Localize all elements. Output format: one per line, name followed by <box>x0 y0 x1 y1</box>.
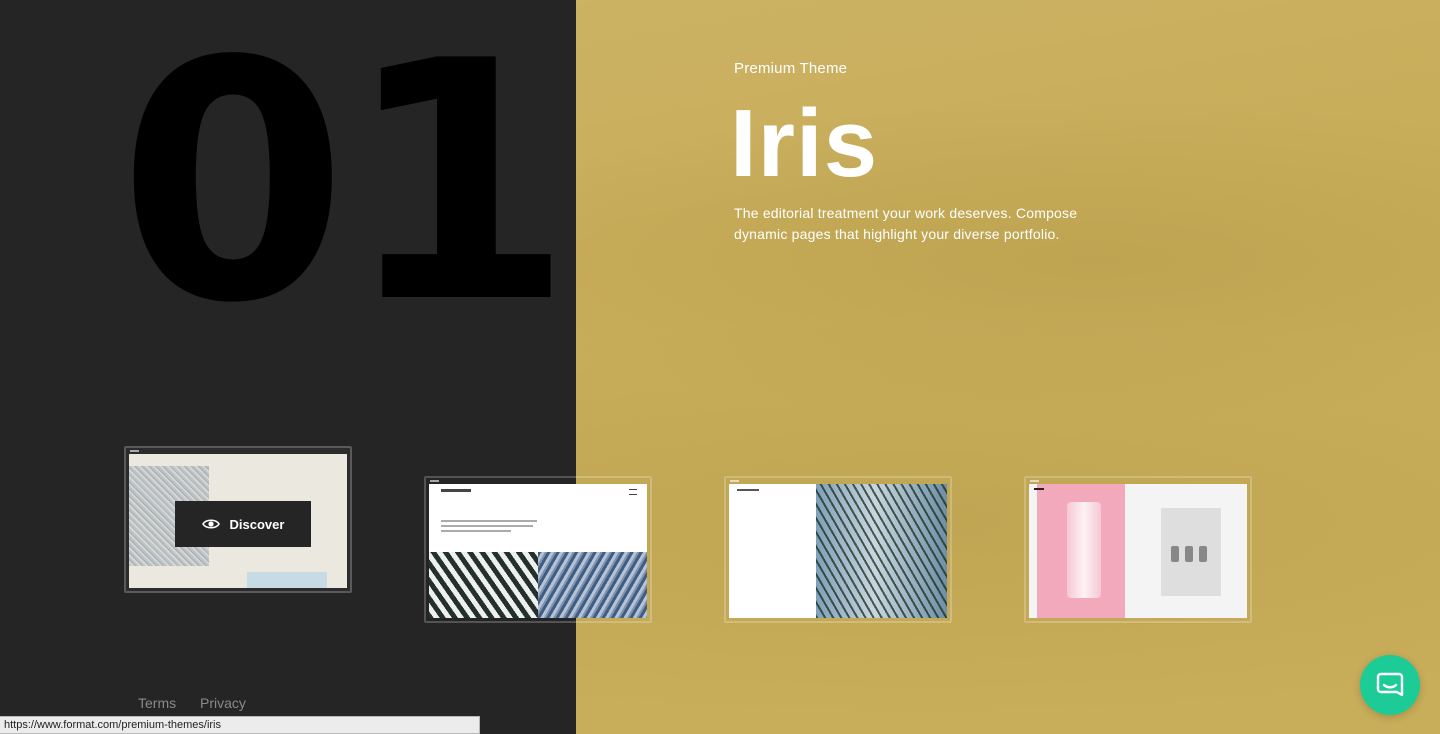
thumbnail-text-line <box>441 530 511 532</box>
thumbnail-screen <box>729 484 947 618</box>
eye-icon <box>201 519 220 529</box>
thumbnail-photo <box>538 552 647 618</box>
thumbnail-glass <box>1067 502 1101 598</box>
thumbnail-site-title <box>441 489 471 492</box>
thumbnail-photo <box>1161 508 1221 596</box>
theme-thumbnail-2[interactable] <box>424 476 652 623</box>
theme-thumbnail-1[interactable]: Discover <box>124 446 352 593</box>
thumbnail-object <box>1199 546 1207 562</box>
privacy-link[interactable]: Privacy <box>200 695 246 711</box>
theme-thumbnail-3[interactable] <box>724 476 952 623</box>
status-bar-url: https://www.format.com/premium-themes/ir… <box>0 716 480 734</box>
thumbnail-strip <box>247 572 327 588</box>
chat-icon <box>1376 672 1404 697</box>
thumbnail-dots <box>430 480 439 482</box>
theme-title: Iris <box>730 90 879 197</box>
thumbnail-site-title <box>1034 488 1044 490</box>
thumbnail-text-line <box>441 525 533 527</box>
thumbnail-text-column <box>729 484 817 618</box>
thumbnail-dots <box>130 450 139 452</box>
theme-kicker: Premium Theme <box>734 60 848 77</box>
theme-thumbnail-4[interactable] <box>1024 476 1252 623</box>
thumbnail-screen <box>1029 484 1247 618</box>
thumbnail-site-title <box>737 489 759 491</box>
thumbnail-screen <box>429 484 647 618</box>
chat-button[interactable] <box>1360 655 1420 715</box>
menu-icon <box>629 489 637 495</box>
thumbnail-text-line <box>441 520 537 522</box>
thumbnail-object <box>1171 546 1179 562</box>
discover-label: Discover <box>229 516 285 532</box>
theme-description: The editorial treatment your work deserv… <box>734 205 1078 242</box>
theme-index-number: 01 <box>118 0 573 375</box>
discover-button[interactable]: Discover <box>175 501 311 547</box>
thumbnail-photo <box>1037 484 1125 618</box>
thumbnail-header <box>429 484 647 552</box>
thumbnail-dots <box>730 480 739 482</box>
thumbnail-screen: Discover <box>129 454 347 588</box>
thumbnail-photo <box>429 552 538 618</box>
terms-link[interactable]: Terms <box>138 695 176 711</box>
thumbnail-dots <box>1030 480 1039 482</box>
thumbnail-photo <box>816 484 947 618</box>
thumbnail-object <box>1185 546 1193 562</box>
right-panel <box>576 0 1440 734</box>
